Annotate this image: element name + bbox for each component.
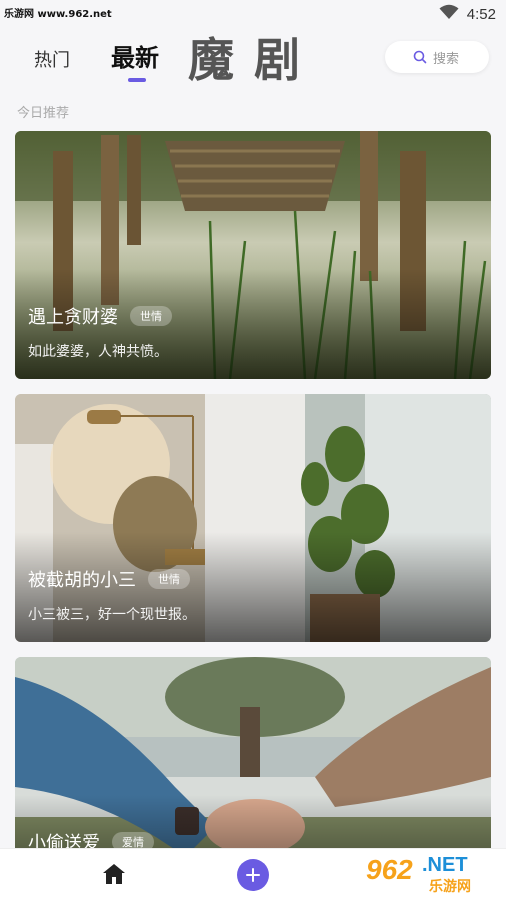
status-time: 4:52 <box>466 5 496 23</box>
header: 热门 最新 魔剧 搜索 <box>0 26 506 92</box>
home-icon[interactable] <box>102 863 126 889</box>
card-title: 被截胡的小三 <box>28 570 136 591</box>
card-tag: 世情 <box>148 569 190 589</box>
brand-title: 魔剧 <box>188 33 320 87</box>
card-title-row: 遇上贪财婆 世情 <box>28 303 172 329</box>
card-tag: 世情 <box>130 306 172 326</box>
search-icon <box>413 50 427 64</box>
card-description: 小三被三，好一个现世报。 <box>28 607 196 623</box>
tab-hot[interactable]: 热门 <box>34 46 70 72</box>
watermark-text: 乐游网 www.962.net <box>4 9 112 20</box>
watermark-number: 962 <box>366 854 413 885</box>
watermark-sub: 乐游网 <box>426 876 474 896</box>
drama-card[interactable]: 遇上贪财婆 世情 如此婆婆，人神共愤。 <box>15 131 491 379</box>
watermark-logo: 962 .NET 乐游网 <box>364 852 502 896</box>
search-input[interactable]: 搜索 <box>385 41 489 73</box>
wifi-signal-icon <box>439 4 459 24</box>
drama-card[interactable]: 被截胡的小三 世情 小三被三，好一个现世报。 <box>15 394 491 642</box>
card-description: 如此婆婆，人神共愤。 <box>28 344 168 360</box>
card-title-row: 被截胡的小三 世情 <box>28 566 190 592</box>
section-label: 今日推荐 <box>17 106 70 121</box>
tab-new[interactable]: 最新 <box>111 38 159 73</box>
status-bar: 乐游网 www.962.net 4:52 <box>0 0 506 26</box>
search-placeholder: 搜索 <box>433 51 460 67</box>
watermark-net: .NET <box>422 854 468 876</box>
add-button[interactable] <box>237 859 269 891</box>
tab-active-indicator <box>128 78 146 82</box>
status-right: 4:52 <box>439 4 496 24</box>
card-title: 遇上贪财婆 <box>28 307 118 328</box>
